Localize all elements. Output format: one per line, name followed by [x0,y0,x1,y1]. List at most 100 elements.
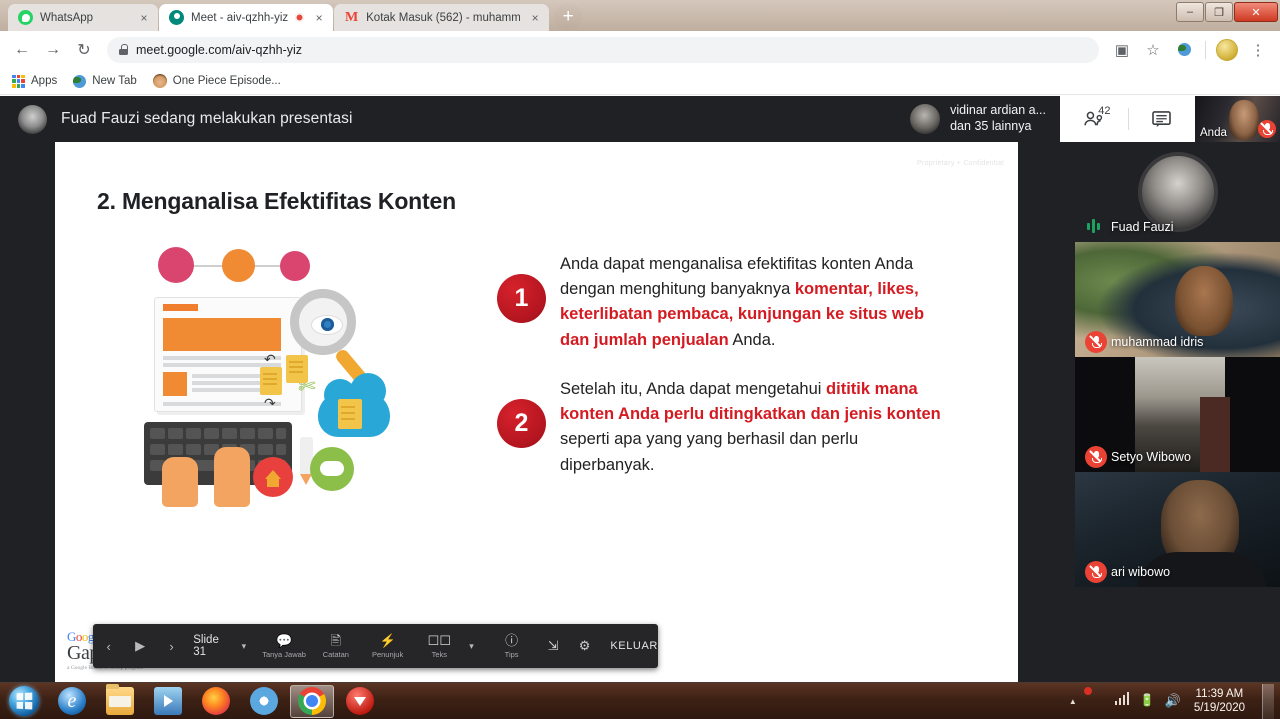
next-slide-button[interactable]: › [156,639,187,654]
bullet-item: 1 Anda dapat menganalisa efektifitas kon… [487,252,942,353]
forward-button[interactable]: → [39,36,67,64]
previous-slide-button[interactable]: ‹ [93,639,124,654]
show-desktop-button[interactable] [1262,683,1274,719]
volume-icon[interactable]: 🔊 [1165,693,1181,709]
bullet-item: 2 Setelah itu, Anda dapat mengetahui dit… [487,377,942,478]
close-icon[interactable]: × [136,10,152,26]
chrome-browser-window: WhatsApp × Meet - aiv-qzhh-yiz × M Kotak… [0,0,1280,719]
tips-button[interactable]: ⓘ Tips [486,634,538,659]
toolbar-divider [1205,40,1206,59]
taskbar-media-player[interactable] [146,685,190,718]
meet-header: Fuad Fauzi sedang melakukan presentasi v… [0,96,1280,142]
comment-bubble-icon [310,447,354,491]
bookmark-label: New Tab [92,75,137,87]
self-video-tile[interactable]: Anda [1195,96,1280,142]
download-manager-icon [346,687,374,715]
browser-tab-whatsapp[interactable]: WhatsApp × [8,4,158,31]
tab-title: WhatsApp [40,11,94,24]
captions-chevron-down-icon[interactable]: ▾ [465,641,486,652]
participants-button[interactable]: 42 [1060,96,1128,142]
chevron-down-icon[interactable]: ▾ [238,641,259,652]
exit-presentation-button[interactable]: KELUAR [610,640,658,652]
chrome-menu-icon[interactable]: ⋮ [1244,36,1272,64]
settings-gear-icon[interactable]: ⚙ [569,638,600,654]
taskbar-internet-explorer[interactable]: e [50,685,94,718]
windows-logo-icon [9,686,39,716]
window-controls: – ❐ ✕ [1176,2,1278,22]
favicon-onepiece [152,74,167,88]
action-center-icon[interactable] [1090,693,1106,709]
fullscreen-button[interactable]: ⇲ [537,638,568,654]
globe-icon [73,74,87,88]
tab-title: Kotak Masuk (562) - muhammad [366,11,521,24]
address-bar[interactable]: meet.google.com/aiv-qzhh-yiz [107,36,1099,63]
info-icon: ⓘ [505,632,519,648]
battery-icon[interactable]: 🔋 [1140,693,1156,709]
taskbar-file-explorer[interactable] [98,684,142,718]
bookmark-star-icon[interactable]: ☆ [1139,36,1167,64]
bookmark-new-tab[interactable]: New Tab [73,74,137,88]
home-icon [253,457,293,497]
email-icon [222,249,255,282]
reload-button[interactable]: ↻ [70,36,98,64]
taskbar-firefox[interactable] [194,685,238,718]
start-button[interactable] [0,684,48,719]
taskbar-idm[interactable] [338,685,382,718]
participant-tile-muhammad-idris[interactable]: muhammad idris [1075,242,1280,357]
participant-tile-setyo-wibowo[interactable]: Setyo Wibowo [1075,357,1280,472]
new-tab-button[interactable]: + [554,3,583,30]
present-tab-icon[interactable]: ▣ [1108,36,1136,64]
participant-name: muhammad idris [1111,335,1204,349]
bookmark-apps[interactable]: Apps [12,74,57,88]
close-icon[interactable]: × [527,10,543,26]
qa-icon: 💬 [275,632,293,648]
participant-name: Fuad Fauzi [1111,220,1174,234]
chrome-icon [298,687,326,715]
minimize-button[interactable]: – [1176,2,1204,22]
show-hidden-icons-button[interactable]: ▲ [1065,693,1081,709]
participant-tile-ari-wibowo[interactable]: ari wibowo [1075,472,1280,587]
network-icon[interactable] [1114,692,1131,709]
document-icon [286,355,308,383]
close-window-button[interactable]: ✕ [1234,2,1278,22]
participant-tile-fuad-fauzi[interactable]: Fuad Fauzi [1075,142,1280,242]
file-explorer-icon [106,684,134,715]
chat-button[interactable] [1127,96,1196,142]
extension-icon[interactable] [1170,36,1198,64]
restore-button[interactable]: ❐ [1205,2,1233,22]
play-button[interactable]: ▶ [124,638,155,654]
clock-time: 11:39 AM [1195,687,1244,700]
back-button[interactable]: ← [8,36,36,64]
bookmark-one-piece[interactable]: One Piece Episode... [152,74,281,88]
captions-button[interactable]: ☐☐ Teks [413,634,465,659]
bookmarks-bar: Apps New Tab One Piece Episode... [0,68,1280,95]
qa-button[interactable]: 💬 Tanya Jawab [258,634,310,659]
meet-header-actions: 42 [1060,96,1195,142]
mic-off-icon [1085,446,1107,468]
hand-right-graphic [214,447,250,507]
mic-off-icon [1258,120,1276,138]
browser-tab-gmail[interactable]: M Kotak Masuk (562) - muhammad × [334,4,550,31]
captions-icon: ☐☐ [427,632,451,648]
profile-avatar[interactable] [1213,36,1241,64]
laser-pointer-button[interactable]: ⚡ Penunjuk [362,634,414,659]
others-count-text: dan 35 lainnya [950,119,1032,133]
slide-number-label[interactable]: Slide 31 [187,634,237,658]
clock[interactable]: 11:39 AM 5/19/2020 [1190,687,1249,716]
taskbar-google-chrome[interactable] [290,684,334,718]
notes-button[interactable]: 🖹 Catatan [310,634,362,659]
windows-taskbar: e ▲ 🔋 🔊 11:39 AM 5/19/2020 [0,682,1280,719]
self-video-face [1229,100,1259,140]
active-speaker-chip[interactable]: vidinar ardian a... dan 35 lainnya [900,96,1060,142]
recording-indicator-icon[interactable] [295,13,305,22]
presentation-stage: Proprietary + Confidential 2. Menganalis… [0,142,1075,719]
close-icon[interactable]: × [311,10,327,26]
firefox-icon [202,687,230,715]
browser-tab-meet[interactable]: Meet - aiv-qzhh-yiz × [159,4,334,31]
slide-canvas[interactable]: Proprietary + Confidential 2. Menganalis… [55,142,1018,682]
bullet-segment: seperti apa yang yang berhasil dan perlu… [560,430,859,474]
google-meet-icon [169,10,184,25]
taskbar-chromium[interactable] [242,685,286,718]
google-meet-app: Fuad Fauzi sedang melakukan presentasi v… [0,96,1280,719]
bookmark-label: One Piece Episode... [172,75,281,87]
